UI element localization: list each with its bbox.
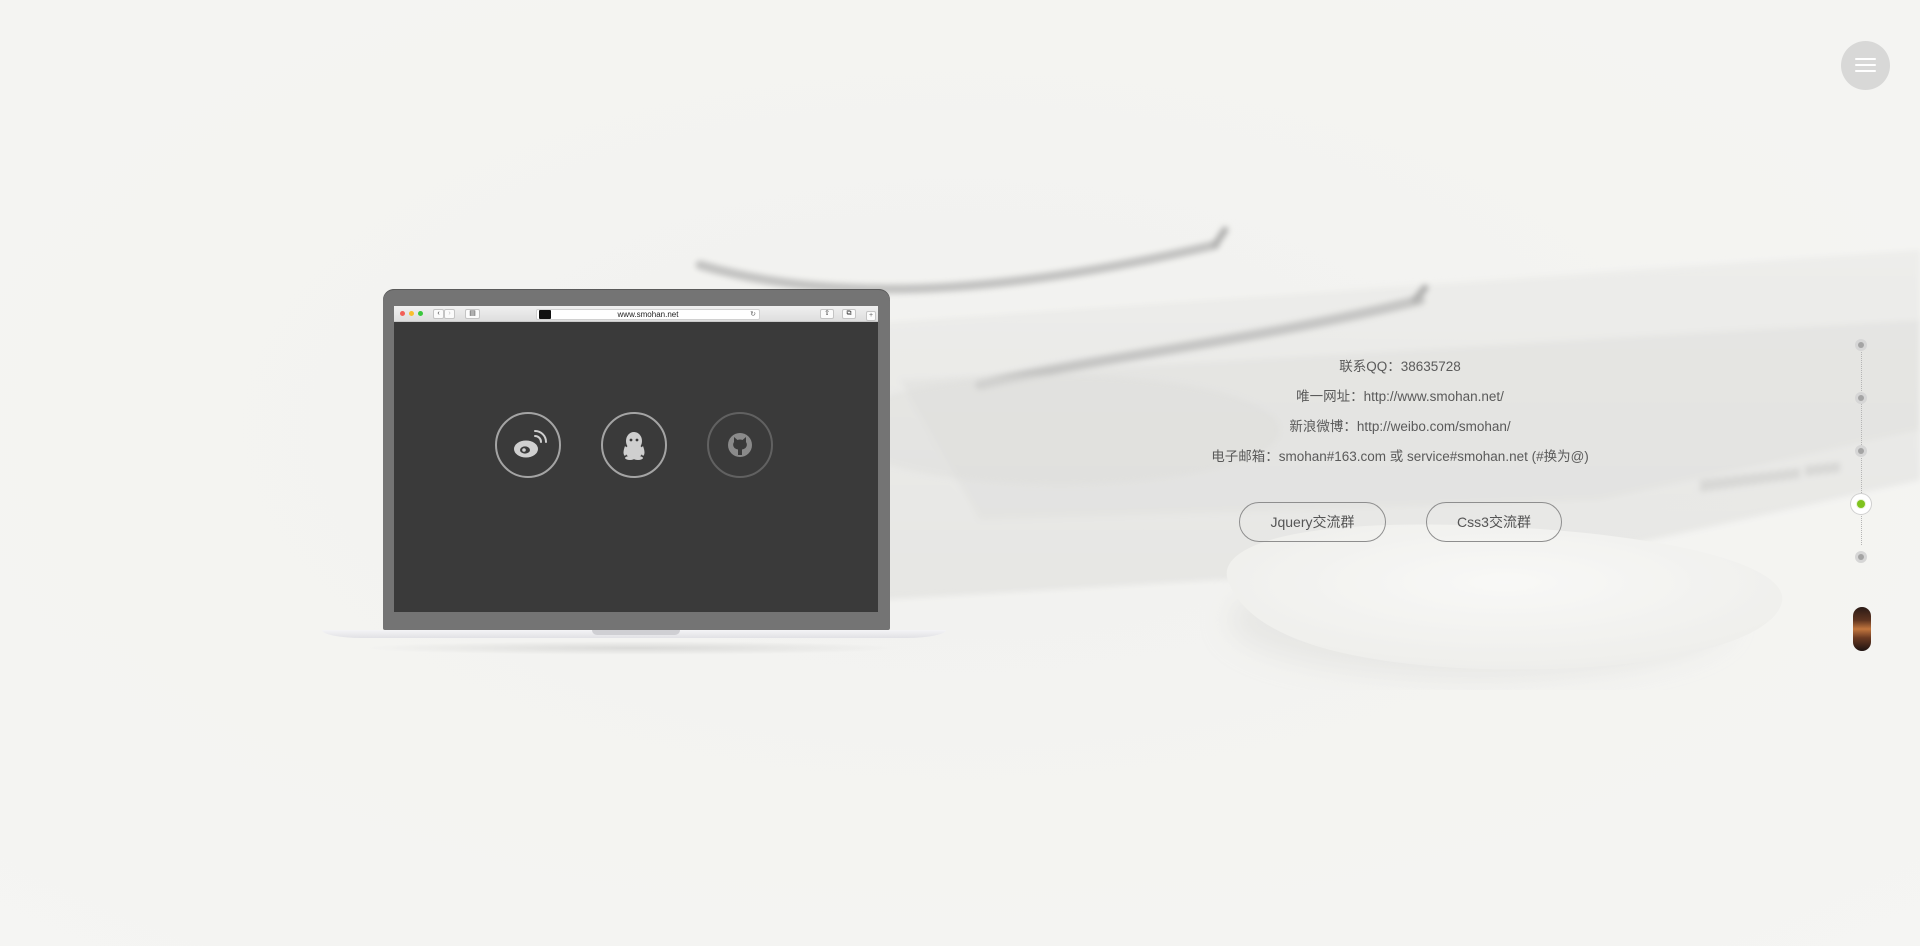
qq-link[interactable] bbox=[601, 412, 667, 478]
sidebar-icon: ▤ bbox=[465, 309, 480, 319]
page-dot-3[interactable] bbox=[1855, 445, 1867, 457]
window-minimize-dot bbox=[409, 311, 414, 316]
group-buttons: Jquery交流群 Css3交流群 bbox=[1239, 502, 1563, 544]
page-dot-1[interactable] bbox=[1855, 339, 1867, 351]
page-dot-4-active[interactable] bbox=[1851, 494, 1871, 514]
hamburger-menu-icon bbox=[1855, 58, 1876, 60]
address-text: www.smohan.net bbox=[617, 310, 679, 319]
browser-toolbar: ‹ › ▤ www.smohan.net ↻ ⇧ ⧉ + bbox=[394, 306, 878, 322]
page-dot-2[interactable] bbox=[1855, 392, 1867, 404]
window-close-dot bbox=[400, 311, 405, 316]
github-link[interactable] bbox=[707, 412, 773, 478]
github-icon bbox=[728, 433, 752, 457]
laptop-screen: ‹ › ▤ www.smohan.net ↻ ⇧ ⧉ + bbox=[394, 306, 878, 612]
hamburger-menu-icon-line bbox=[1855, 70, 1876, 72]
reload-icon: ↻ bbox=[750, 311, 756, 318]
avatar[interactable] bbox=[1853, 607, 1871, 651]
page-navigation bbox=[1850, 335, 1874, 655]
laptop-shadow bbox=[362, 641, 906, 655]
contact-weibo: 新浪微博：http://weibo.com/smohan/ bbox=[1289, 419, 1511, 434]
css3-group-button[interactable]: Css3交流群 bbox=[1426, 502, 1562, 542]
weibo-icon bbox=[514, 430, 547, 458]
window-maximize-dot bbox=[418, 311, 423, 316]
tabs-icon: ⧉ bbox=[842, 309, 856, 319]
laptop-mockup: ‹ › ▤ www.smohan.net ↻ ⇧ ⧉ + bbox=[322, 289, 946, 655]
page-dot-5[interactable] bbox=[1855, 551, 1867, 563]
address-bar: www.smohan.net ↻ bbox=[536, 309, 760, 320]
contact-website: 唯一网址：http://www.smohan.net/ bbox=[1296, 389, 1504, 404]
qq-icon bbox=[623, 432, 645, 460]
weibo-link[interactable] bbox=[495, 412, 561, 478]
laptop-notch bbox=[592, 630, 680, 635]
new-tab-icon: + bbox=[866, 311, 876, 321]
menu-button[interactable] bbox=[1841, 41, 1890, 90]
jquery-group-button[interactable]: Jquery交流群 bbox=[1239, 502, 1386, 542]
contact-email: 电子邮箱：smohan#163.com 或 service#smohan.net… bbox=[1211, 449, 1589, 464]
forward-icon: › bbox=[444, 309, 455, 319]
back-icon: ‹ bbox=[433, 309, 444, 319]
hamburger-menu-icon-line bbox=[1855, 64, 1876, 66]
share-icon: ⇧ bbox=[820, 309, 834, 319]
contact-info: 联系QQ：38635728 唯一网址：http://www.smohan.net… bbox=[1100, 355, 1700, 475]
contact-qq: 联系QQ：38635728 bbox=[1339, 359, 1461, 374]
